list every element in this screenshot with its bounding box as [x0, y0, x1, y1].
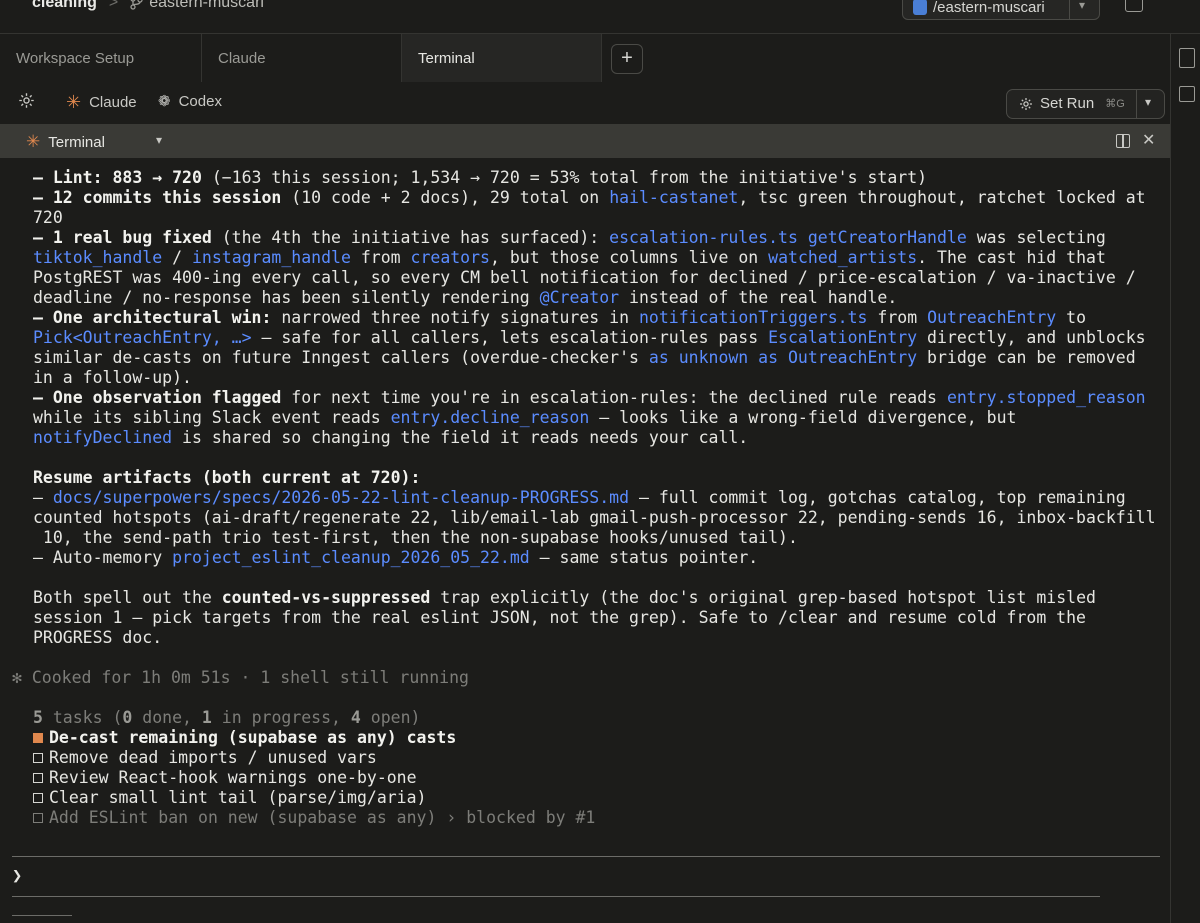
breadcrumb-separator: >: [108, 0, 119, 11]
output-line: session 1 – pick targets from the real e…: [33, 608, 1086, 627]
output-line: PostgREST was 400-ing every call, so eve…: [33, 268, 1136, 287]
output-line: – Auto-memory project_eslint_cleanup_202…: [33, 548, 759, 567]
set-run-label: Set Run: [1040, 95, 1095, 112]
tab-claude[interactable]: Claude: [202, 34, 402, 82]
status-line: ✻ Cooked for 1h 0m 51s · 1 shell still r…: [12, 668, 469, 687]
output-line: deadline / no-response has been silently…: [33, 288, 898, 307]
close-icon[interactable]: ✕: [1142, 130, 1155, 150]
claude-spark-icon: ✳: [66, 92, 82, 112]
codex-icon: ❁: [158, 93, 171, 110]
output-line: – 12 commits this session (10 code + 2 d…: [33, 188, 1146, 207]
gear-icon: [19, 93, 34, 108]
tab-workspace-setup[interactable]: Workspace Setup: [0, 34, 202, 82]
prompt-input[interactable]: ❯: [12, 866, 22, 886]
tab-label: Workspace Setup: [16, 49, 135, 67]
checkbox-icon: [33, 773, 43, 783]
output-line: – 1 real bug fixed (the 4th the initiati…: [33, 228, 1106, 247]
right-panel-strip: [1170, 34, 1200, 923]
checkbox-icon: [33, 753, 43, 763]
codex-label: Codex: [178, 92, 222, 110]
terminal-output[interactable]: – Lint: 883 → 720 (−163 this session; 1,…: [0, 158, 1170, 923]
output-line: counted hotspots (ai-draft/regenerate 22…: [33, 508, 1156, 527]
tab-label: Claude: [218, 49, 266, 67]
output-line: 10, the send-path trio test-first, then …: [33, 528, 798, 547]
output-line: notifyDeclined is shared so changing the…: [33, 428, 749, 447]
claude-spark-icon: ✳: [26, 132, 41, 151]
task-item: Remove dead imports / unused vars: [33, 748, 377, 768]
breadcrumb: cleaning > eastern-muscari: [32, 0, 264, 12]
branch-name: eastern-muscari: [149, 0, 264, 11]
tab-label: Terminal: [418, 49, 475, 67]
gear-icon: [1020, 97, 1032, 110]
task-summary: 5 tasks (0 done, 1 in progress, 4 open): [33, 708, 421, 727]
workspace-selector[interactable]: /eastern-muscari ▾: [902, 0, 1100, 20]
workspace-path: /eastern-muscari: [933, 0, 1045, 16]
set-run-button[interactable]: Set Run ⌘G ▾: [1006, 89, 1165, 119]
chevron-down-icon[interactable]: ▾: [1079, 0, 1085, 12]
claude-label: Claude: [89, 94, 137, 111]
task-item: Add ESLint ban on new (supabase as any) …: [33, 808, 595, 828]
prompt-chevron-icon: ❯: [12, 866, 23, 886]
sidebar-toggle-icon[interactable]: [1125, 0, 1143, 12]
split-pane-icon[interactable]: [1116, 134, 1130, 148]
checkbox-icon: [33, 793, 43, 803]
output-line: while its sibling Slack event reads entr…: [33, 408, 1017, 427]
output-line: in a follow-up).: [33, 368, 192, 387]
output-line: tiktok_handle / instagram_handle from cr…: [33, 248, 1106, 267]
git-branch-icon: [130, 0, 143, 10]
spinner-icon: ✻: [12, 668, 22, 687]
task-item: De-cast remaining (supabase as any) cast…: [33, 728, 456, 748]
divider: [12, 915, 72, 916]
panel-icon[interactable]: [1179, 48, 1195, 68]
task-item: Review React-hook warnings one-by-one: [33, 768, 417, 788]
output-line: – Lint: 883 → 720 (−163 this session; 1,…: [33, 168, 928, 187]
workspace-icon: [913, 0, 927, 15]
terminal-header: ✳ Terminal ▾ ✕: [0, 124, 1170, 158]
divider: [12, 896, 1100, 897]
claude-agent-button[interactable]: ✳ Claude: [66, 92, 137, 113]
terminal-selector[interactable]: ✳ Terminal: [26, 132, 105, 152]
checkbox-icon: [33, 813, 43, 823]
agent-toolbar: ✳ Claude ❁ Codex: [0, 82, 1170, 124]
chevron-down-icon[interactable]: ▾: [1145, 95, 1151, 109]
output-line: PROGRESS doc.: [33, 628, 163, 647]
top-bar: cleaning > eastern-muscari /eastern-musc…: [0, 0, 1200, 34]
divider: [12, 856, 1160, 857]
output-line: similar de-casts on future Inngest calle…: [33, 348, 1136, 367]
output-line: Pick<OutreachEntry, …> – safe for all ca…: [33, 328, 1146, 347]
output-line: 720: [33, 208, 63, 227]
tab-terminal[interactable]: Terminal: [402, 34, 602, 82]
set-run-shortcut: ⌘G: [1105, 98, 1125, 110]
settings-button[interactable]: [18, 92, 35, 109]
output-line: – docs/superpowers/specs/2026-05-22-lint…: [33, 488, 1126, 507]
task-item: Clear small lint tail (parse/img/aria): [33, 788, 427, 808]
add-tab-button[interactable]: +: [611, 44, 643, 74]
repo-name[interactable]: cleaning: [32, 0, 97, 12]
branch-label[interactable]: eastern-muscari: [130, 0, 264, 12]
output-line: – One observation flagged for next time …: [33, 388, 1146, 407]
panel-icon[interactable]: [1179, 86, 1195, 102]
tab-bar: Workspace Setup Claude Terminal: [0, 34, 1170, 83]
chevron-down-icon[interactable]: ▾: [156, 133, 162, 147]
output-line: Both spell out the counted-vs-suppressed…: [33, 588, 1096, 607]
in-progress-icon: [33, 733, 43, 743]
terminal-title: Terminal: [48, 133, 105, 151]
codex-agent-button[interactable]: ❁ Codex: [158, 92, 222, 111]
output-line: – One architectural win: narrowed three …: [33, 308, 1087, 327]
output-line: Resume artifacts (both current at 720):: [33, 468, 421, 487]
